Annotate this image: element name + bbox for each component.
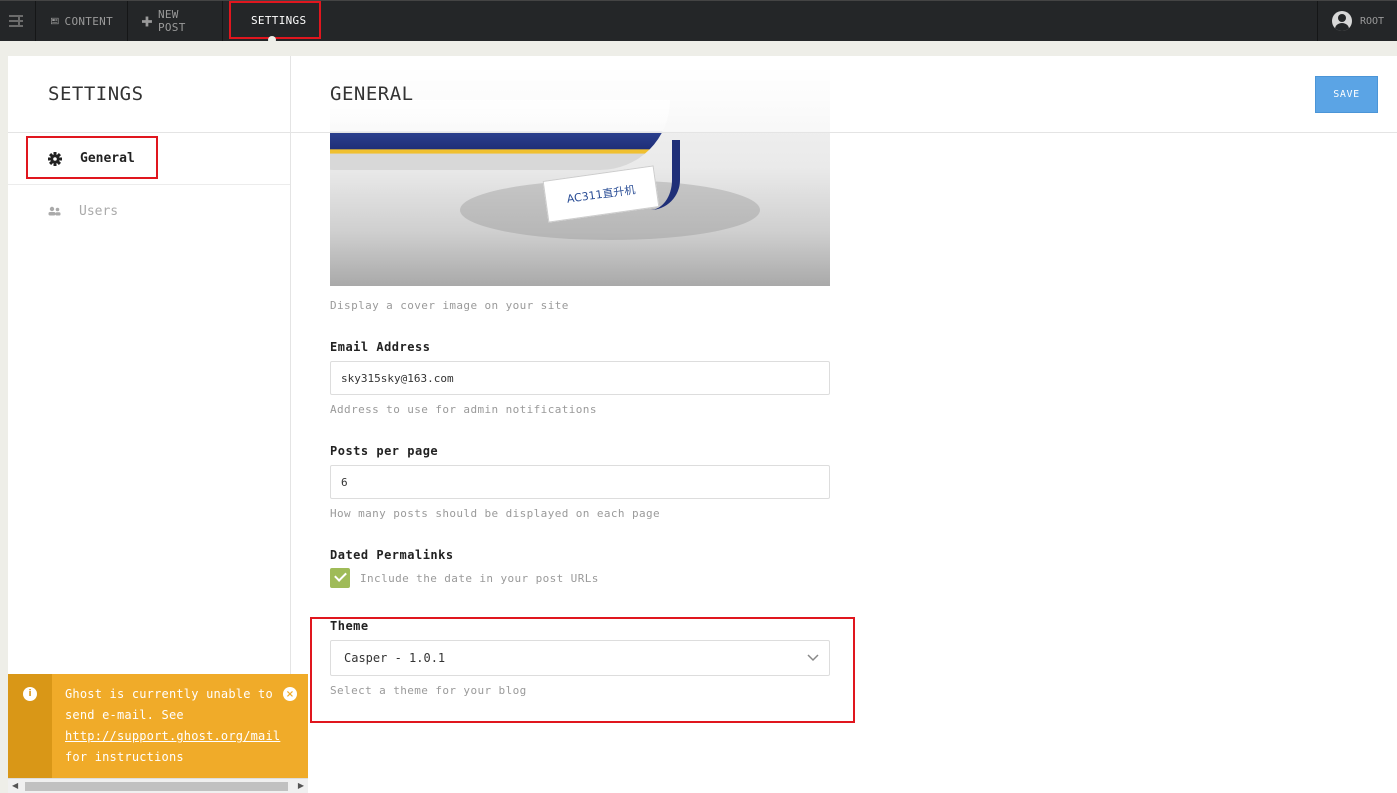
horizontal-scrollbar[interactable]: ◀ ▶	[8, 778, 308, 793]
user-name: ROOT	[1360, 15, 1385, 27]
sidebar-title: SETTINGS	[8, 56, 290, 133]
content-icon	[51, 17, 59, 25]
page-title: GENERAL	[330, 83, 414, 105]
nav-settings[interactable]: SETTINGS	[229, 1, 321, 39]
nav-new-post-label: NEW POST	[157, 8, 186, 34]
nav-settings-label: SETTINGS	[251, 13, 307, 27]
active-nav-indicator	[268, 36, 276, 44]
nav-new-post[interactable]: NEW POST	[128, 1, 223, 41]
top-navbar: CONTENT NEW POST SETTINGS ROOT	[0, 0, 1397, 41]
scroll-right-icon[interactable]: ▶	[298, 781, 304, 790]
dated-permalinks-label: Dated Permalinks	[330, 548, 454, 562]
users-icon	[48, 206, 61, 216]
user-menu[interactable]: ROOT	[1317, 1, 1397, 41]
email-help-text: Address to use for admin notifications	[330, 403, 597, 416]
scroll-left-icon[interactable]: ◀	[12, 781, 18, 790]
save-button[interactable]: SAVE	[1315, 76, 1378, 113]
sidebar-item-general[interactable]: General	[8, 133, 290, 185]
notification-link[interactable]: http://support.ghost.org/mail	[65, 729, 280, 743]
cover-help-text: Display a cover image on your site	[330, 299, 569, 312]
email-label: Email Address	[330, 340, 431, 354]
info-icon: i	[23, 687, 37, 701]
notification-icon-column: i	[8, 674, 52, 778]
menu-toggle-button[interactable]	[0, 1, 36, 41]
scrollbar-thumb[interactable]	[25, 782, 288, 791]
plus-icon	[142, 16, 152, 26]
gear-icon	[48, 151, 62, 166]
dated-permalinks-row: Include the date in your post URLs	[330, 568, 850, 588]
posts-per-page-field[interactable]	[330, 465, 830, 499]
notification-text-1: Ghost is currently unable to send e-mail…	[65, 687, 273, 722]
dated-permalinks-help-text: Include the date in your post URLs	[360, 571, 599, 585]
close-icon[interactable]: ×	[283, 687, 297, 701]
posts-per-page-help-text: How many posts should be displayed on ea…	[330, 507, 661, 520]
menu-toggle-icon	[9, 15, 23, 27]
email-field[interactable]	[330, 361, 830, 395]
notification-message: Ghost is currently unable to send e-mail…	[65, 684, 285, 768]
notification-text-2: for instructions	[65, 750, 184, 764]
sidebar-item-users[interactable]: Users	[8, 185, 290, 237]
sidebar-item-general-label: General	[80, 151, 135, 166]
dated-permalinks-checkbox[interactable]	[330, 568, 350, 588]
avatar	[1332, 11, 1352, 31]
main-header: GENERAL SAVE	[291, 56, 1397, 133]
sidebar-item-users-label: Users	[79, 203, 119, 219]
nav-content[interactable]: CONTENT	[37, 1, 128, 41]
highlight-box-theme	[310, 617, 855, 723]
nav-content-label: CONTENT	[64, 14, 113, 28]
posts-per-page-label: Posts per page	[330, 444, 439, 458]
email-warning-notification: i Ghost is currently unable to send e-ma…	[8, 674, 308, 778]
